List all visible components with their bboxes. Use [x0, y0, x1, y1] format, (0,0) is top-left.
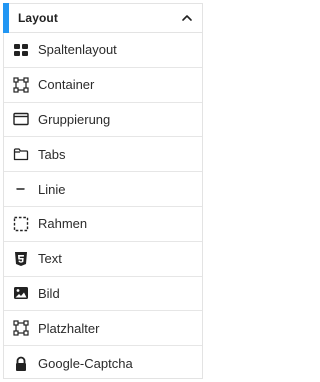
list-item-text[interactable]: Text [4, 242, 202, 277]
layout-section-header[interactable]: Layout [3, 3, 202, 33]
layout-element-list: Spaltenlayout Container Gruppierung Tabs… [4, 33, 202, 381]
dashed-border-icon [12, 216, 30, 232]
item-label: Text [38, 251, 62, 267]
window-group-icon [12, 111, 30, 127]
section-title: Layout [18, 11, 58, 25]
header-accent-bar [3, 3, 9, 33]
item-label: Container [38, 77, 95, 93]
item-label: Google-Captcha [38, 356, 133, 372]
chevron-up-icon[interactable] [180, 11, 194, 25]
container-frame-icon [12, 77, 30, 93]
list-item-linie[interactable]: Linie [4, 172, 202, 207]
list-item-rahmen[interactable]: Rahmen [4, 207, 202, 242]
html5-text-icon [12, 251, 30, 267]
item-label: Linie [38, 181, 66, 197]
item-label: Spaltenlayout [38, 42, 117, 58]
layout-panel: Layout Spaltenlayout Container Gruppieru… [3, 3, 203, 379]
list-item-tabs[interactable]: Tabs [4, 137, 202, 173]
list-item-container[interactable]: Container [4, 68, 202, 103]
item-label: Gruppierung [38, 111, 111, 127]
horizontal-line-icon [12, 181, 30, 197]
image-icon [12, 285, 30, 301]
item-label: Rahmen [38, 216, 88, 232]
list-item-spaltenlayout[interactable]: Spaltenlayout [4, 33, 202, 68]
list-item-platzhalter[interactable]: Platzhalter [4, 311, 202, 347]
list-item-google-captcha[interactable]: Google-Captcha [4, 346, 202, 381]
item-label: Tabs [38, 146, 66, 162]
list-item-bild[interactable]: Bild [4, 277, 202, 312]
item-label: Platzhalter [38, 320, 100, 336]
lock-icon [12, 356, 30, 372]
item-label: Bild [38, 285, 60, 301]
columns-grid-icon [12, 42, 30, 58]
folder-tab-icon [12, 146, 30, 162]
list-item-gruppierung[interactable]: Gruppierung [4, 103, 202, 138]
placeholder-frame-icon [12, 320, 30, 336]
